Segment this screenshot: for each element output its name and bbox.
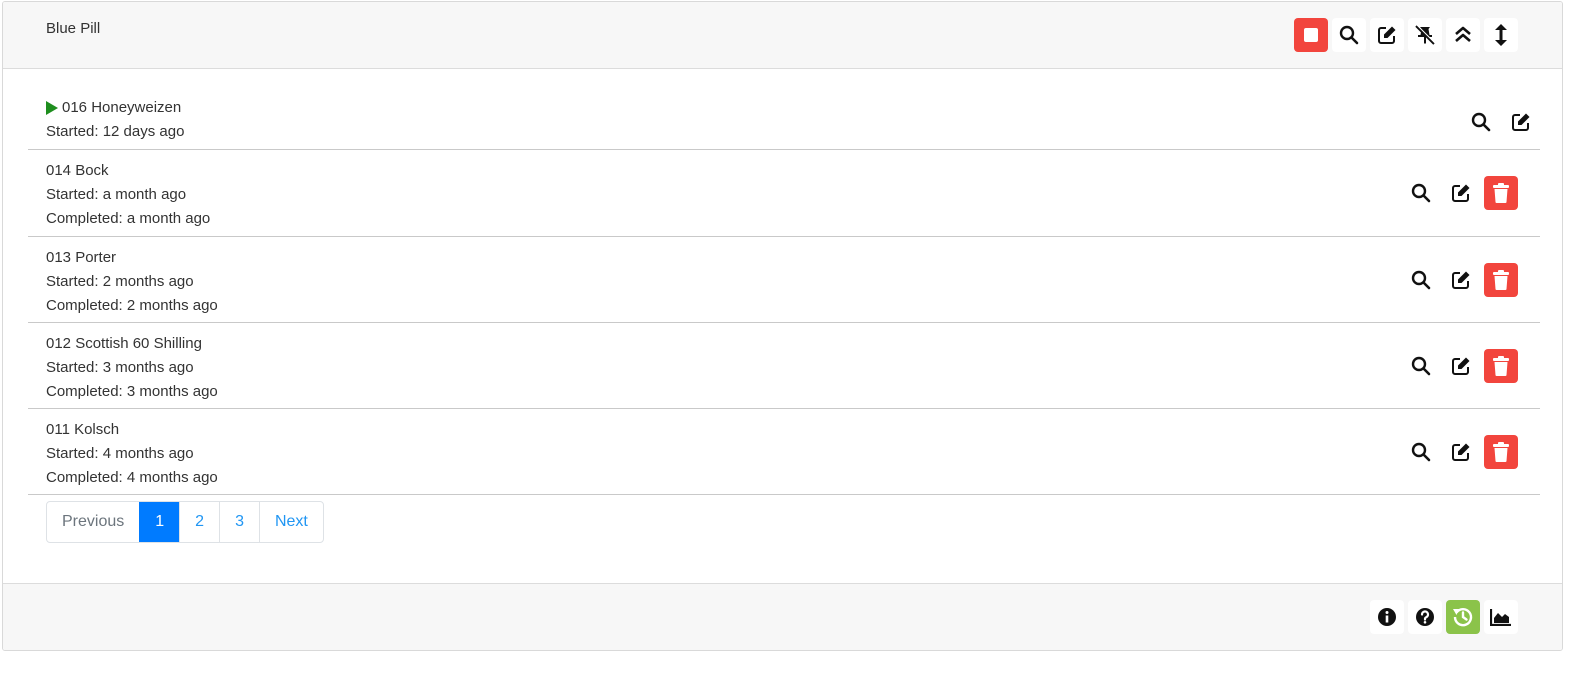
- unpin-icon: [1415, 25, 1436, 45]
- search-button[interactable]: [1404, 434, 1438, 469]
- edit-icon: [1452, 271, 1470, 289]
- stop-icon: [1304, 28, 1318, 42]
- brew-started: Started: 3 months ago: [46, 359, 194, 376]
- area-chart-icon: [1490, 609, 1511, 626]
- pagination: Previous 1 2 3 Next: [46, 501, 324, 543]
- chart-button[interactable]: [1484, 600, 1518, 634]
- search-icon: [1339, 25, 1359, 45]
- edit-button[interactable]: [1504, 104, 1538, 139]
- history-button[interactable]: [1446, 600, 1480, 634]
- list-item: 014 Bock Started: a month ago Completed:…: [28, 150, 1540, 237]
- row-actions: [1404, 176, 1518, 210]
- search-button[interactable]: [1464, 104, 1498, 139]
- brew-completed: Completed: a month ago: [46, 210, 211, 227]
- list-item: 013 Porter Started: 2 months ago Complet…: [28, 237, 1540, 323]
- row-actions: [1464, 104, 1538, 139]
- card-header: Blue Pill: [3, 2, 1562, 69]
- brew-name[interactable]: 013 Porter: [46, 246, 1540, 270]
- page-link-3[interactable]: 3: [219, 502, 259, 542]
- trash-icon: [1493, 441, 1509, 462]
- unpin-button[interactable]: [1408, 18, 1442, 52]
- brew-name[interactable]: 012 Scottish 60 Shilling: [46, 332, 1540, 356]
- edit-icon: [1452, 443, 1470, 461]
- info-button[interactable]: [1370, 600, 1404, 634]
- collapse-button[interactable]: [1446, 18, 1480, 52]
- brew-completed: Completed: 4 months ago: [46, 469, 218, 486]
- help-button[interactable]: [1408, 600, 1442, 634]
- previous-page-link[interactable]: Previous: [47, 502, 139, 542]
- search-icon: [1411, 442, 1431, 461]
- info-icon: [1378, 608, 1396, 626]
- arrows-vertical-icon: [1495, 24, 1507, 46]
- edit-button[interactable]: [1444, 176, 1478, 210]
- brew-list: 016 Honeyweizen Started: 12 days ago 014…: [28, 94, 1540, 495]
- search-icon: [1411, 356, 1431, 375]
- edit-icon: [1452, 357, 1470, 375]
- search-icon: [1411, 183, 1431, 203]
- list-item: 011 Kolsch Started: 4 months ago Complet…: [28, 409, 1540, 495]
- search-button[interactable]: [1404, 176, 1438, 210]
- edit-button[interactable]: [1444, 348, 1478, 383]
- edit-button[interactable]: [1370, 18, 1404, 52]
- edit-icon: [1452, 184, 1470, 202]
- footer-toolbar: [1370, 600, 1518, 634]
- next-page-link[interactable]: Next: [258, 502, 323, 542]
- edit-button[interactable]: [1444, 434, 1478, 469]
- edit-icon: [1512, 113, 1530, 131]
- search-icon: [1411, 270, 1431, 289]
- trash-icon: [1493, 355, 1509, 376]
- play-icon: [46, 101, 58, 115]
- trash-icon: [1493, 183, 1509, 203]
- history-icon: [1453, 608, 1473, 627]
- edit-button[interactable]: [1444, 262, 1478, 297]
- brew-started: Started: 4 months ago: [46, 445, 194, 462]
- brew-started: Started: 12 days ago: [46, 123, 185, 140]
- list-item: 016 Honeyweizen Started: 12 days ago: [28, 94, 1540, 150]
- card-title: Blue Pill: [46, 20, 101, 37]
- stop-button[interactable]: [1294, 18, 1328, 52]
- page-link-1[interactable]: 1: [139, 502, 180, 542]
- header-toolbar: [1294, 18, 1518, 52]
- delete-button[interactable]: [1484, 434, 1518, 469]
- chevron-double-up-icon: [1455, 26, 1471, 42]
- card-footer: [3, 583, 1562, 650]
- search-button[interactable]: [1332, 18, 1366, 52]
- brew-name[interactable]: 011 Kolsch: [46, 418, 1540, 442]
- brew-card: Blue Pill 016 Honeyweizen Started: 12 da…: [2, 1, 1563, 651]
- edit-icon: [1378, 26, 1396, 44]
- delete-button[interactable]: [1484, 176, 1518, 210]
- brew-completed: Completed: 2 months ago: [46, 297, 218, 314]
- trash-icon: [1493, 269, 1509, 290]
- question-icon: [1416, 608, 1434, 626]
- row-actions: [1404, 262, 1518, 297]
- search-button[interactable]: [1404, 262, 1438, 297]
- brew-name[interactable]: 014 Bock: [46, 159, 1540, 183]
- brew-started: Started: 2 months ago: [46, 273, 194, 290]
- brew-name[interactable]: 016 Honeyweizen: [62, 96, 181, 120]
- page-link-2[interactable]: 2: [179, 502, 219, 542]
- brew-completed: Completed: 3 months ago: [46, 383, 218, 400]
- card-body: 016 Honeyweizen Started: 12 days ago 014…: [28, 68, 1540, 543]
- search-icon: [1471, 112, 1491, 131]
- row-actions: [1404, 348, 1518, 383]
- row-actions: [1404, 434, 1518, 469]
- list-item: 012 Scottish 60 Shilling Started: 3 mont…: [28, 323, 1540, 409]
- delete-button[interactable]: [1484, 348, 1518, 383]
- expand-button[interactable]: [1484, 18, 1518, 52]
- delete-button[interactable]: [1484, 262, 1518, 297]
- brew-started: Started: a month ago: [46, 186, 187, 203]
- search-button[interactable]: [1404, 348, 1438, 383]
